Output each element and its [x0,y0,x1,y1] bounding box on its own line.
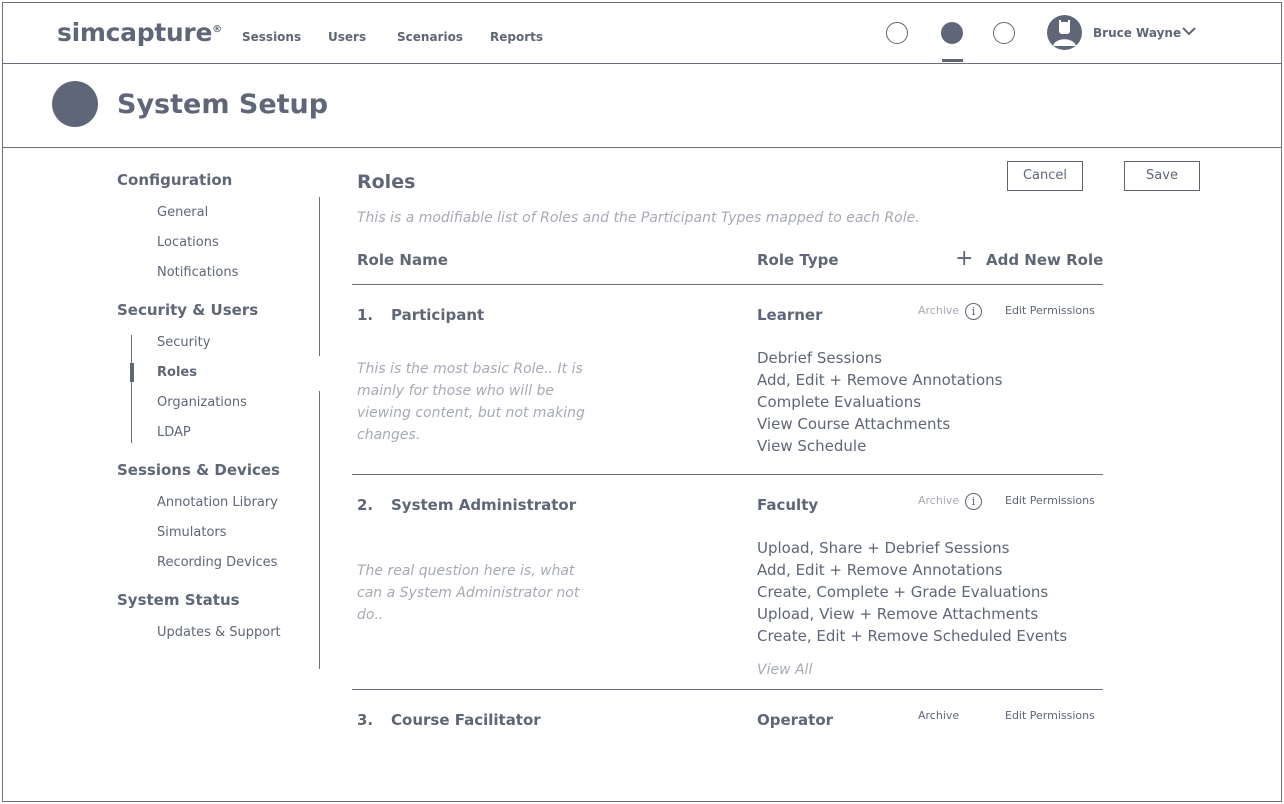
role-name: Course Facilitator [391,711,541,729]
nav-circle-icon-3[interactable] [993,22,1015,44]
page-header: System Setup [3,64,1281,148]
edit-permissions-link[interactable]: Edit Permissions [1005,304,1095,317]
edit-permissions-link[interactable]: Edit Permissions [1005,494,1095,507]
cancel-button[interactable]: Cancel [1007,161,1083,191]
user-name[interactable]: Bruce Wayne [1093,26,1181,40]
page-title: System Setup [117,89,329,120]
sidebar-item-locations[interactable]: Locations [157,235,219,250]
sidebar-active-indicator [130,363,134,382]
sidebar-subnav-rail [131,335,132,443]
role-type: Learner [757,306,823,324]
sidebar-item-general[interactable]: General [157,205,208,220]
table-divider [352,284,1103,285]
sidebar-section-sessions-devices: Sessions & Devices [117,461,280,479]
section-description: This is a modifiable list of Roles and t… [357,210,920,226]
nav-circle-icon-2[interactable] [941,22,963,44]
column-header-role-type: Role Type [757,251,839,269]
role-number: 1. [357,306,374,324]
permission-list: Upload, Share + Debrief Sessions Add, Ed… [757,537,1067,647]
nav-reports[interactable]: Reports [490,30,543,44]
permission-item: Create, Edit + Remove Scheduled Events [757,627,1068,645]
info-icon[interactable]: i [965,303,982,320]
permission-item: Create, Complete + Grade Evaluations [757,583,1049,601]
permission-list: Debrief Sessions Add, Edit + Remove Anno… [757,347,1002,457]
row-divider [352,474,1103,475]
permission-item: Add, Edit + Remove Annotations [757,371,1003,389]
role-type: Operator [757,711,834,729]
nav-active-indicator [942,59,963,62]
permission-item: Complete Evaluations [757,393,922,411]
role-number: 3. [357,711,374,729]
sidebar-section-system-status: System Status [117,591,240,609]
top-nav: simcapture® Sessions Users Scenarios Rep… [3,3,1281,64]
save-button[interactable]: Save [1124,161,1200,191]
sidebar-section-security-users: Security & Users [117,301,259,319]
row-divider [352,689,1103,690]
permission-item: View Schedule [757,437,867,455]
column-header-role-name: Role Name [357,251,448,269]
avatar[interactable] [1047,15,1082,50]
permission-item: View Course Attachments [757,415,951,433]
role-description: This is the most basic Role.. It is main… [357,361,585,443]
page-icon [52,81,98,127]
sidebar-section-configuration: Configuration [117,171,233,189]
sidebar-item-notifications[interactable]: Notifications [157,265,238,280]
permission-item: Upload, View + Remove Attachments [757,605,1039,623]
sidebar-item-ldap[interactable]: LDAP [157,425,191,440]
brand-mark: ® [212,24,222,35]
sidebar-item-organizations[interactable]: Organizations [157,395,247,410]
archive-link[interactable]: Archive [918,709,959,722]
sidebar-item-recording-devices[interactable]: Recording Devices [157,555,277,570]
section-title: Roles [357,171,416,193]
nav-scenarios[interactable]: Scenarios [397,30,463,44]
archive-link[interactable]: Archive [918,304,959,317]
sidebar-item-security[interactable]: Security [157,335,210,350]
user-avatar-icon [1053,20,1076,46]
permission-item: Debrief Sessions [757,349,882,367]
role-name: Participant [391,306,485,324]
sidebar-item-roles[interactable]: Roles [157,365,197,380]
nav-circle-icon-1[interactable] [886,22,908,44]
nav-sessions[interactable]: Sessions [242,30,301,44]
view-all-link[interactable]: View All [757,662,812,678]
chevron-down-icon[interactable] [1181,24,1197,38]
sidebar-item-updates-support[interactable]: Updates & Support [157,625,281,640]
role-type: Faculty [757,496,819,514]
archive-link[interactable]: Archive [918,494,959,507]
role-description: The real question here is, what can a Sy… [357,563,580,623]
sidebar-item-simulators[interactable]: Simulators [157,525,227,540]
brand-logo[interactable]: simcapture® [57,18,222,47]
sidebar-divider-top [319,197,320,356]
permission-item: Add, Edit + Remove Annotations [757,561,1003,579]
brand-name: simcapture [57,18,213,47]
sidebar-item-annotation-library[interactable]: Annotation Library [157,495,278,510]
add-new-role-label: Add New Role [986,251,1104,269]
info-icon[interactable]: i [965,493,982,510]
role-name: System Administrator [391,496,577,514]
plus-icon: + [955,246,974,271]
edit-permissions-link[interactable]: Edit Permissions [1005,709,1095,722]
role-number: 2. [357,496,374,514]
sidebar-divider-bottom [319,391,320,669]
nav-users[interactable]: Users [328,30,366,44]
app-window: simcapture® Sessions Users Scenarios Rep… [2,2,1282,802]
permission-item: Upload, Share + Debrief Sessions [757,539,1010,557]
